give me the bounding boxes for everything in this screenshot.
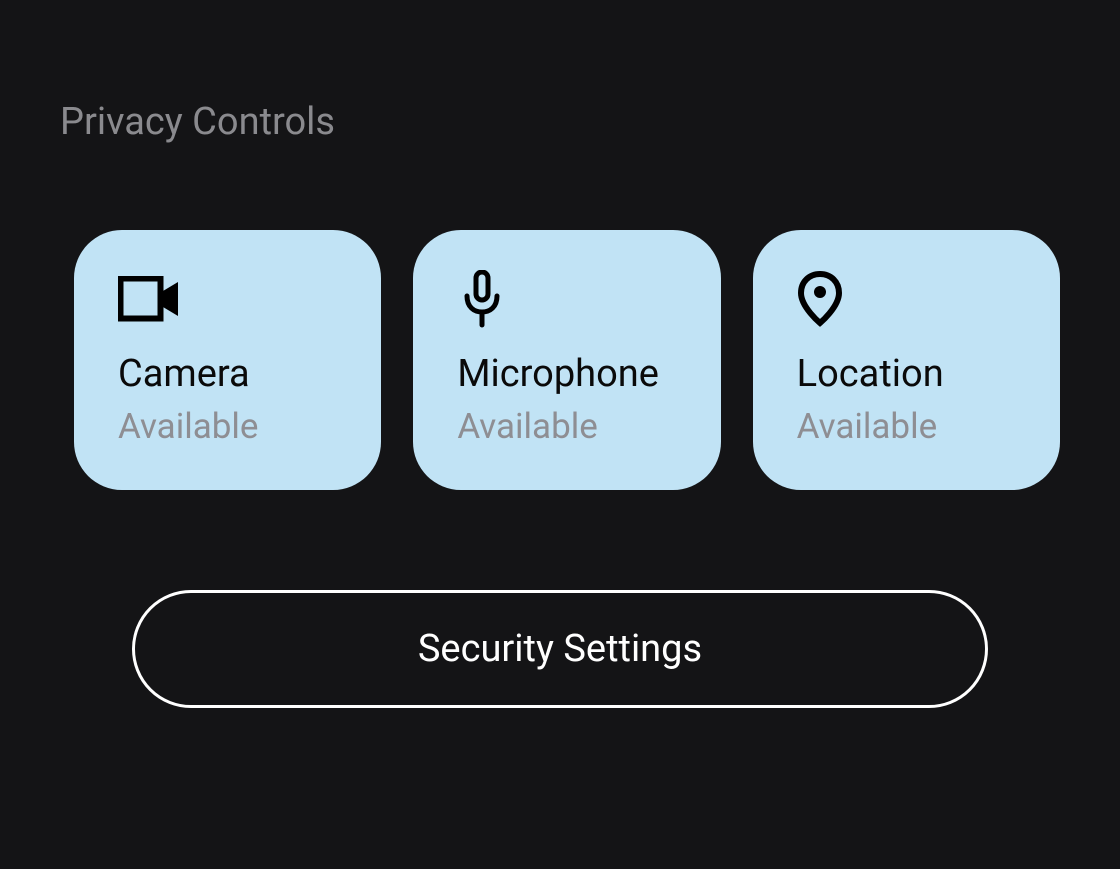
tile-status: Available	[797, 406, 1020, 448]
section-title: Privacy Controls	[60, 100, 1060, 144]
tile-status: Available	[118, 406, 341, 448]
microphone-tile[interactable]: Microphone Available	[413, 230, 720, 490]
tile-status: Available	[457, 406, 680, 448]
tile-label: Location	[797, 352, 1020, 398]
tile-label: Microphone	[457, 352, 680, 398]
camera-icon	[118, 270, 180, 328]
location-pin-icon	[797, 270, 859, 328]
privacy-controls-panel: Privacy Controls Camera Available	[0, 0, 1120, 708]
location-tile[interactable]: Location Available	[753, 230, 1060, 490]
microphone-icon	[457, 270, 519, 328]
camera-tile[interactable]: Camera Available	[74, 230, 381, 490]
security-settings-button[interactable]: Security Settings	[132, 590, 988, 708]
tile-label: Camera	[118, 352, 341, 398]
privacy-tiles-row: Camera Available Microphone Available	[74, 230, 1060, 490]
